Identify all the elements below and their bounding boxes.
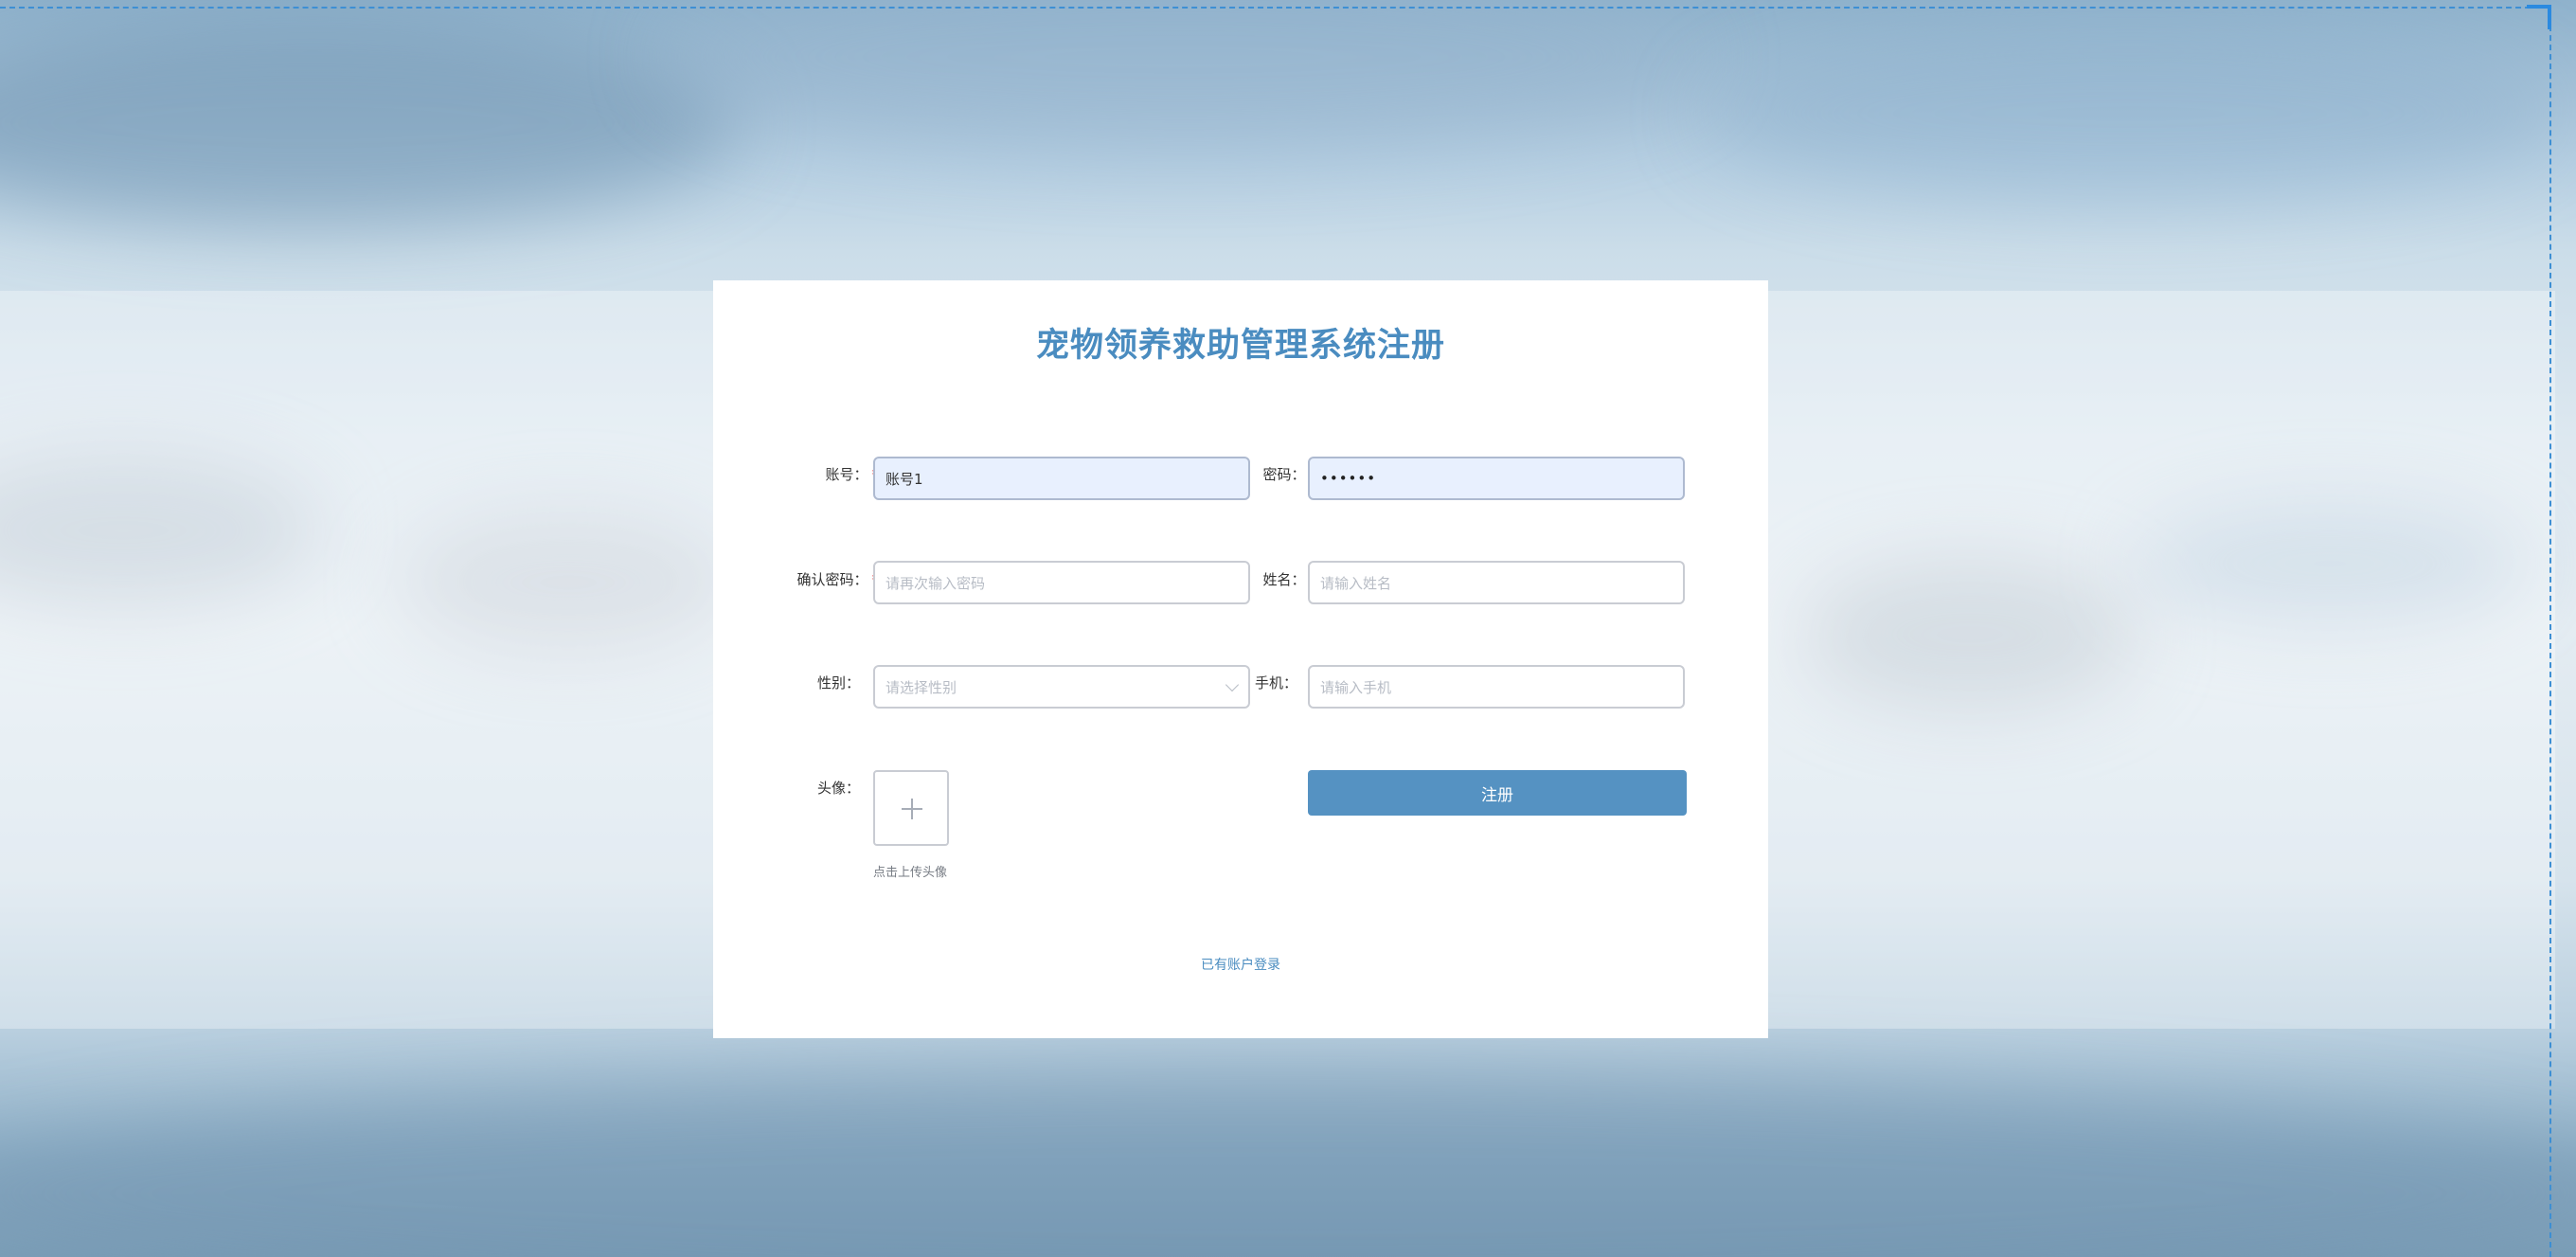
name-input[interactable]: 请输入姓名 <box>1308 561 1685 604</box>
cloud-decoration <box>663 0 1705 152</box>
name-label: 姓名：* <box>1222 569 1316 589</box>
account-input[interactable]: 账号1 <box>873 457 1250 500</box>
cloud-decoration <box>1705 28 2557 199</box>
corner-marker <box>2527 5 2551 29</box>
gender-select[interactable]: 请选择性别 <box>873 665 1250 709</box>
name-label-text: 姓名： <box>1262 571 1306 588</box>
password-input-value: •••••• <box>1320 470 1377 487</box>
confirm-password-input[interactable]: 请再次输入密码 <box>873 561 1250 604</box>
page-background: 宠物领养救助管理系统注册 账号：* 账号1 密码：* •••••• 确认密码：*… <box>0 0 2576 1257</box>
phone-label-text: 手机： <box>1254 674 1297 691</box>
account-input-value: 账号1 <box>886 470 923 488</box>
account-label: 账号：* <box>784 464 879 484</box>
account-label-text: 账号： <box>825 466 868 483</box>
avatar-upload-button[interactable] <box>873 770 949 846</box>
phone-label: 手机： <box>1222 673 1297 692</box>
confirm-password-placeholder: 请再次输入密码 <box>886 574 986 592</box>
gender-placeholder: 请选择性别 <box>886 678 957 696</box>
phone-placeholder: 请输入手机 <box>1320 678 1392 696</box>
gender-label: 性别： <box>765 673 860 692</box>
avatar-label-text: 头像： <box>816 780 860 797</box>
confirm-password-label-text: 确认密码： <box>796 571 868 588</box>
avatar-upload-tip: 点击上传头像 <box>873 866 948 880</box>
password-label-text: 密码： <box>1262 466 1306 483</box>
water-decoration <box>0 1070 2576 1257</box>
cloud-decoration <box>0 19 739 227</box>
login-link[interactable]: 已有账户登录 <box>713 955 1768 974</box>
name-placeholder: 请输入姓名 <box>1320 574 1392 592</box>
register-button[interactable]: 注册 <box>1308 770 1687 816</box>
page-title: 宠物领养救助管理系统注册 <box>1035 327 1445 365</box>
gender-label-text: 性别： <box>816 674 860 691</box>
phone-input[interactable]: 请输入手机 <box>1308 665 1685 709</box>
password-input[interactable]: •••••• <box>1308 457 1685 500</box>
register-card: 宠物领养救助管理系统注册 账号：* 账号1 密码：* •••••• 确认密码：*… <box>713 280 1768 1038</box>
avatar-label: 头像： <box>765 778 860 798</box>
confirm-password-label: 确认密码：* <box>765 569 879 589</box>
frame-edge-right <box>2549 7 2551 1257</box>
password-label: 密码：* <box>1222 464 1316 484</box>
frame-edge-top <box>0 7 2549 9</box>
